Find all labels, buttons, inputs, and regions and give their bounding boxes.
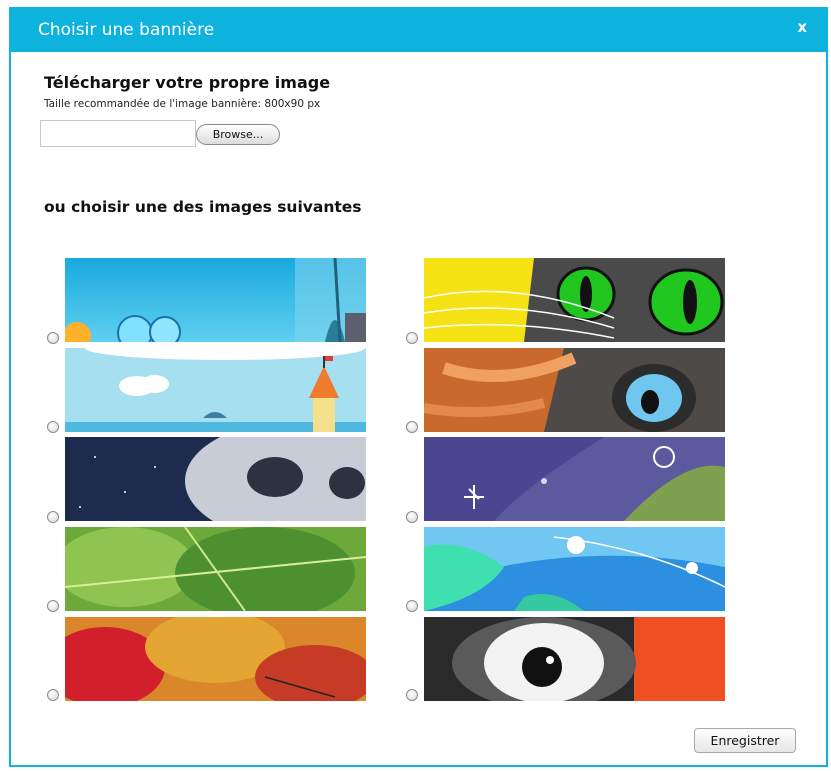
radio-autumn-leaves[interactable]	[47, 689, 59, 701]
radio-earth-globe[interactable]	[406, 600, 418, 612]
upload-size-hint: Taille recommandée de l'image bannière: …	[44, 98, 321, 110]
file-path-input[interactable]	[40, 120, 196, 147]
banner-cartoon-eye[interactable]	[424, 617, 725, 701]
banner-animal-eye[interactable]	[424, 348, 725, 432]
close-icon[interactable]: x	[797, 18, 807, 36]
banner-underwater[interactable]	[65, 258, 366, 342]
browse-button[interactable]: Browse...	[196, 124, 280, 145]
radio-sky-castle[interactable]	[47, 421, 59, 433]
banner-autumn-leaves[interactable]	[65, 617, 366, 701]
banner-sky-castle[interactable]	[65, 348, 366, 432]
radio-underwater[interactable]	[47, 332, 59, 344]
banner-space-creature[interactable]	[65, 437, 366, 521]
radio-snowflake-space[interactable]	[406, 511, 418, 523]
banner-earth-globe[interactable]	[424, 527, 725, 611]
save-button[interactable]: Enregistrer	[694, 728, 796, 753]
radio-cat-eyes[interactable]	[406, 332, 418, 344]
radio-space-creature[interactable]	[47, 511, 59, 523]
dialog-title: Choisir une bannière	[38, 20, 215, 40]
dialog-titlebar: Choisir une bannière x	[11, 9, 826, 52]
radio-animal-eye[interactable]	[406, 421, 418, 433]
radio-green-leaves[interactable]	[47, 600, 59, 612]
banner-green-leaves[interactable]	[65, 527, 366, 611]
banner-cat-eyes[interactable]	[424, 258, 725, 342]
choose-heading: ou choisir une des images suivantes	[44, 198, 362, 216]
radio-cartoon-eye[interactable]	[406, 689, 418, 701]
upload-heading: Télécharger votre propre image	[44, 73, 331, 92]
banner-snowflake-space[interactable]	[424, 437, 725, 521]
